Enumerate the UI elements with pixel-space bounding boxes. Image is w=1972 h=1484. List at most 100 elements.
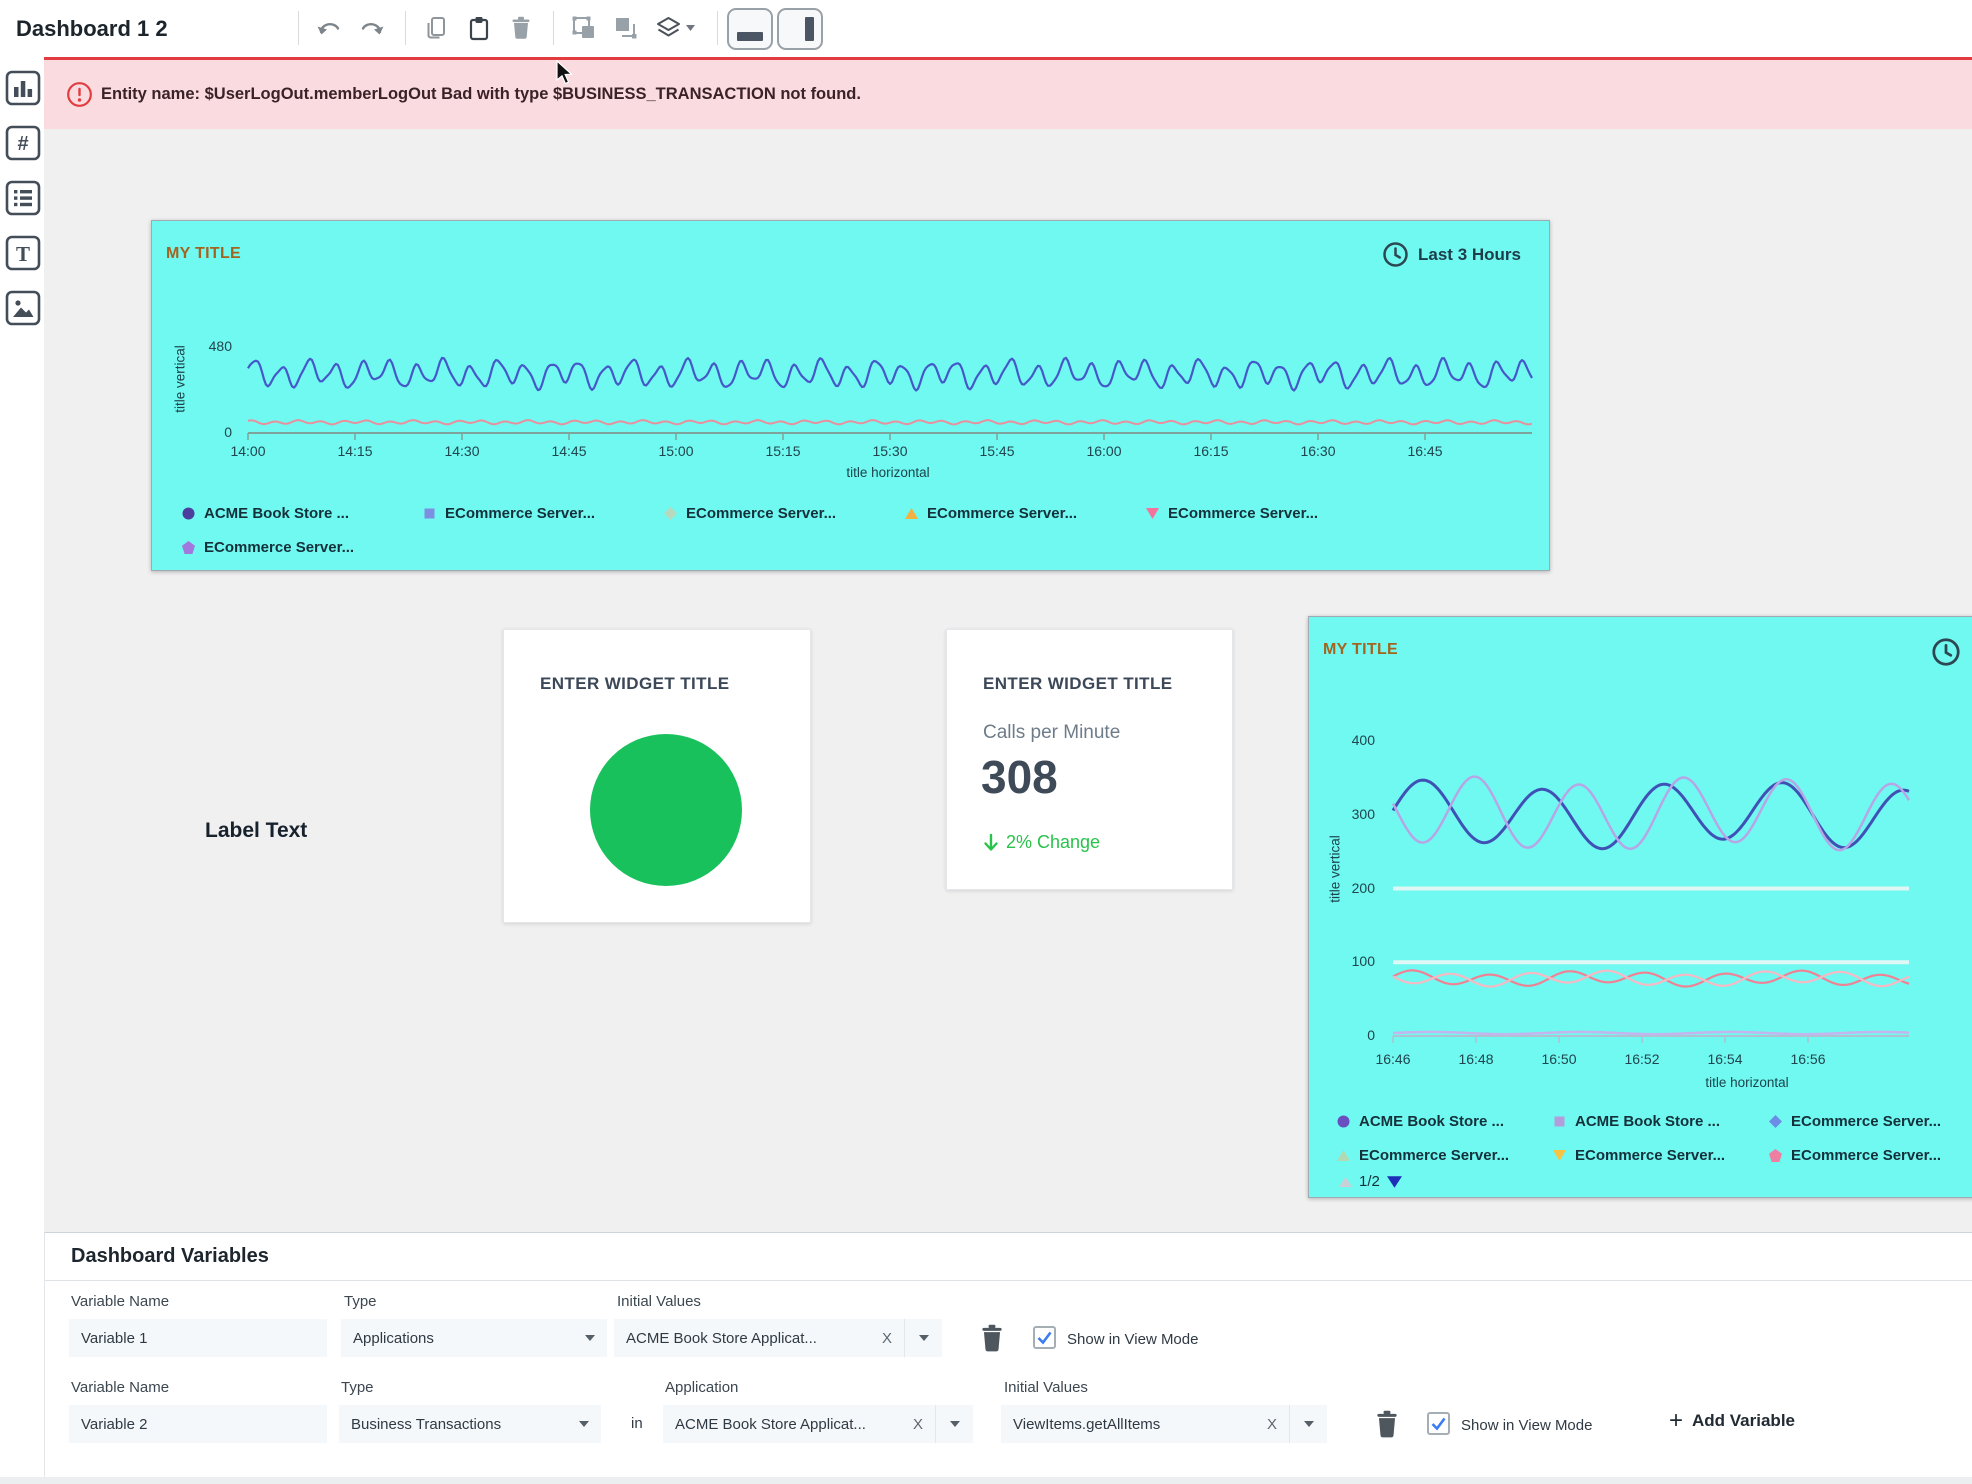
change-text: 2% Change [1006, 832, 1100, 853]
layers-icon [655, 16, 682, 40]
initial-values-token[interactable]: ViewItems.getAllItems X [1001, 1405, 1289, 1443]
x-tick-label: 16:15 [1179, 443, 1243, 459]
chevron-down-icon [950, 1421, 960, 1427]
delete-variable-button[interactable] [978, 1323, 1006, 1353]
initial-values-token[interactable]: ACME Book Store Applicat...X [614, 1319, 904, 1357]
layers-button[interactable] [652, 11, 698, 45]
metric-widget[interactable]: ENTER WIDGET TITLE Calls per Minute 308 … [946, 629, 1233, 890]
dashboard-title: Dashboard 1 2 [16, 0, 168, 57]
x-tick-label: 15:30 [858, 443, 922, 459]
token-text: ViewItems.getAllItems [1013, 1416, 1160, 1433]
chevron-down-icon [919, 1335, 929, 1341]
legend-marker-pentagon [182, 541, 195, 554]
y-axis-title: title vertical [173, 345, 188, 413]
legend-marker-triangle-down [1146, 507, 1159, 520]
type-select[interactable]: Applications [341, 1319, 607, 1357]
x-tick-label: 16:46 [1361, 1051, 1425, 1067]
y-tick-label: 200 [1315, 880, 1375, 896]
type-select[interactable]: Business Transactions [339, 1405, 601, 1443]
token-text: ACME Book Store Applicat... [675, 1416, 866, 1433]
page-down-icon[interactable] [1387, 1176, 1402, 1188]
label-text-widget[interactable]: Label Text [205, 819, 307, 843]
variable-name-label: Variable Name [71, 1379, 169, 1396]
show-in-view-mode-checkbox[interactable] [1033, 1326, 1056, 1349]
arrow-down-icon [983, 833, 999, 853]
toolbar-divider [405, 11, 406, 45]
metric-label: Calls per Minute [983, 722, 1120, 744]
chevron-down-icon [579, 1421, 589, 1427]
divider [45, 1280, 1972, 1281]
legend-item: ACME Book Store ... [1337, 1109, 1553, 1134]
x-tick-label: 16:45 [1393, 443, 1457, 459]
initial-values-dropdown[interactable] [904, 1319, 942, 1357]
remove-token-button[interactable]: X [1267, 1416, 1277, 1433]
application-token[interactable]: ACME Book Store Applicat... X [663, 1405, 935, 1443]
send-backward-button[interactable] [608, 11, 644, 45]
plus-icon: + [1669, 1411, 1683, 1431]
variable-name-input[interactable]: Variable 1 [69, 1319, 327, 1357]
legend-label: ACME Book Store ... [1359, 1113, 1504, 1130]
svg-text:T: T [16, 242, 30, 266]
undo-icon [315, 15, 345, 41]
legend-label: ECommerce Server... [1575, 1147, 1725, 1164]
image-widget-tool[interactable] [5, 290, 41, 326]
type-select-value: Applications [353, 1330, 434, 1347]
legend-marker-triangle-up [1337, 1149, 1350, 1162]
redo-button[interactable] [353, 11, 389, 45]
legend-item: ECommerce Server... [1769, 1143, 1972, 1168]
add-variable-button[interactable]: + Add Variable [1669, 1411, 1795, 1431]
legend-marker-circle [182, 507, 195, 520]
timeseries-widget-2[interactable]: MY TITLE 400300200100016:4616:4816:5016:… [1308, 616, 1972, 1198]
error-icon [66, 81, 93, 108]
widget-title: ENTER WIDGET TITLE [983, 674, 1172, 694]
legend-pagination[interactable]: 1/2 [1339, 1173, 1402, 1190]
panel-title: Dashboard Variables [71, 1245, 269, 1268]
widget-title: ENTER WIDGET TITLE [540, 674, 729, 694]
check-icon [1430, 1415, 1447, 1432]
show-in-view-mode-checkbox[interactable] [1427, 1412, 1450, 1435]
timeseries-widget-1[interactable]: MY TITLE Last 3 Hours 480014:0014:1514:3… [151, 220, 1550, 571]
legend-label: ECommerce Server... [204, 539, 354, 556]
delete-variable-button[interactable] [1373, 1409, 1401, 1439]
remove-token-button[interactable]: X [882, 1330, 892, 1347]
remove-token-button[interactable]: X [913, 1416, 923, 1433]
pie-widget[interactable]: ENTER WIDGET TITLE [503, 629, 811, 923]
y-tick-label: 400 [1315, 732, 1375, 748]
legend-item: ECommerce Server... [423, 501, 664, 526]
list-widget-tool[interactable] [5, 180, 41, 216]
chart-legend: ACME Book Store ...ACME Book Store ...EC… [1337, 1109, 1972, 1177]
chevron-down-icon [1304, 1421, 1314, 1427]
error-banner: Entity name: $UserLogOut.memberLogOut Ba… [44, 57, 1972, 129]
application-label: Application [665, 1379, 738, 1396]
legend-marker-triangle-up [905, 507, 918, 520]
paste-button[interactable] [461, 11, 497, 45]
y-axis-title: title vertical [1328, 835, 1343, 903]
text-widget-tool[interactable]: T [5, 235, 41, 271]
metric-change: 2% Change [983, 832, 1100, 853]
legend-marker-circle [1337, 1115, 1350, 1128]
legend-marker-diamond [664, 507, 677, 520]
delete-button[interactable] [503, 11, 539, 45]
bring-forward-icon [570, 14, 598, 42]
bottom-panel-icon [737, 32, 763, 41]
type-label: Type [341, 1379, 374, 1396]
show-in-view-mode-label: Show in View Mode [1461, 1417, 1592, 1434]
legend-marker-pentagon [1769, 1149, 1782, 1162]
toggle-bottom-panel-button[interactable] [727, 8, 773, 50]
x-tick-label: 16:54 [1693, 1051, 1757, 1067]
toolbar-divider [553, 11, 554, 45]
number-widget-tool[interactable]: # [5, 125, 41, 161]
y-tick-label: 0 [1315, 1027, 1375, 1043]
legend-label: ECommerce Server... [686, 505, 836, 522]
page-indicator: 1/2 [1359, 1173, 1380, 1190]
initial-values-dropdown[interactable] [1289, 1405, 1327, 1443]
variable-name-input[interactable]: Variable 2 [69, 1405, 327, 1443]
application-dropdown[interactable] [935, 1405, 973, 1443]
page-up-icon[interactable] [1339, 1177, 1352, 1187]
chart-widget-tool[interactable] [5, 70, 41, 106]
initial-values-label: Initial Values [1004, 1379, 1088, 1396]
undo-button[interactable] [312, 11, 348, 45]
copy-button[interactable] [418, 11, 454, 45]
toggle-right-panel-button[interactable] [777, 8, 823, 50]
bring-forward-button[interactable] [566, 11, 602, 45]
